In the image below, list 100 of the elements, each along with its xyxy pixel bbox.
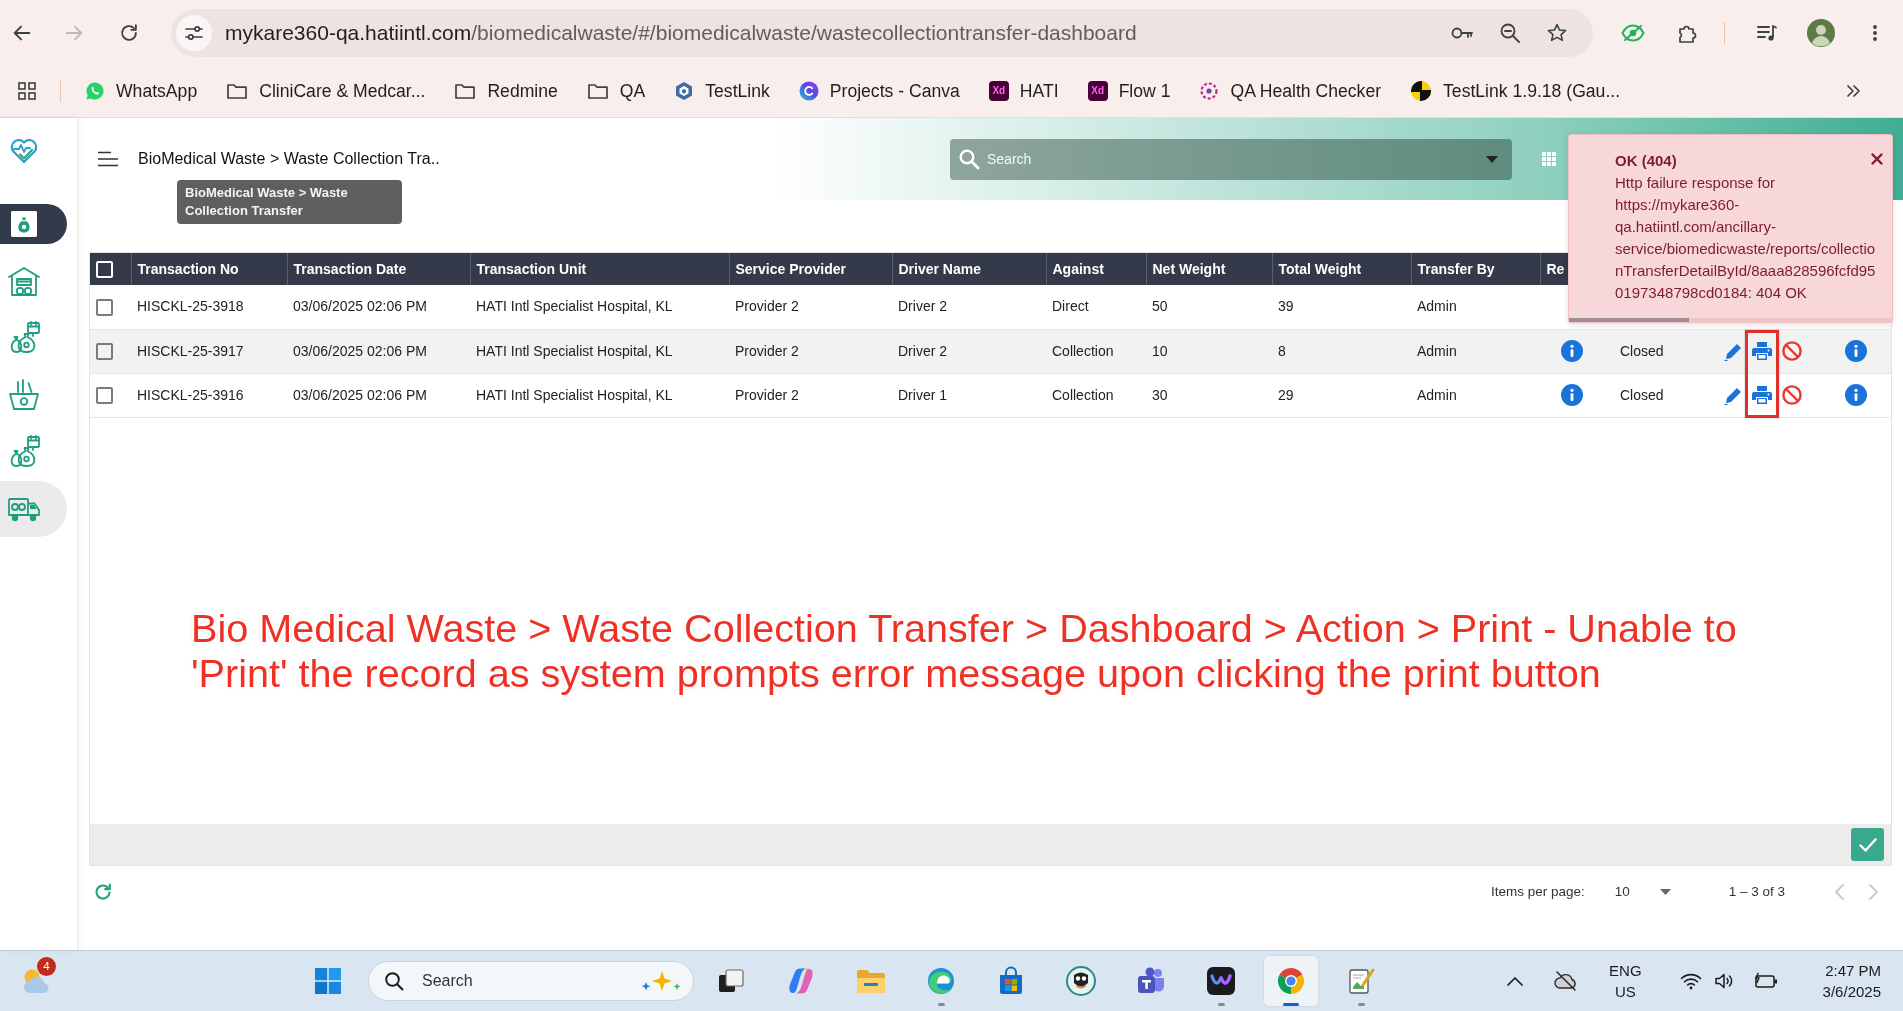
playlist-icon[interactable] [1756,22,1778,43]
double-chevron-icon[interactable] [1845,83,1861,99]
crossed-eye-icon[interactable] [1621,22,1645,43]
notification-badge: 4 [37,957,56,976]
folder-icon [226,81,249,101]
annotation-text: Bio Medical Waste > Waste Collection Transfer > Dashboard > Action > Print - Unable to 'Print' the record as system prompts error message upon clicking the print button [191,606,1738,696]
caret-down-icon[interactable] [1486,155,1498,163]
table-cell: Direct [1046,285,1146,329]
battery-icon[interactable] [1752,972,1779,990]
bookmark-item[interactable]: CliniCare & Medcar... [217,73,435,109]
info-icon[interactable] [1561,340,1583,362]
table-cell: Closed [1604,373,1701,417]
printer-icon[interactable] [1752,385,1772,405]
menu-icon[interactable] [97,151,119,167]
info-icon[interactable] [1845,384,1867,406]
table-cell: 10 [1146,329,1272,373]
heart-logo-icon[interactable] [9,136,39,164]
column-header[interactable]: Total Weight [1272,253,1411,285]
bookmark-item[interactable]: TestLink 1.9.18 (Gau... [1401,73,1630,109]
bookmark-item[interactable]: Projects - Canva [789,73,969,109]
table-cell: Collection [1046,329,1146,373]
clock-date[interactable]: 3/6/2025 [1822,981,1881,1002]
table-cell: HISCKL-25-3917 [131,329,287,373]
row-checkbox[interactable] [96,387,113,405]
table-cell: Driver 1 [892,373,1046,417]
blocked-circle-icon[interactable] [1782,341,1802,361]
table-cell: HATI Intl Specialist Hospital, KL [470,373,729,417]
info-icon[interactable] [1845,340,1867,362]
sidebar-item[interactable] [0,204,67,244]
table-cell: Admin [1411,329,1540,373]
toast-message: Http failure response for https://mykare360-qa.hatiintl.com/ancillary-service/biomedicwaste/reports/collectionTransferDetailById/8aaa828596fcfd950197348798cd0184: 404 OK [1615,173,1877,303]
table-cell: Collection [1046,373,1146,417]
logo-tile: Xd [1087,81,1108,101]
column-header[interactable]: Transaction Unit [470,253,729,285]
bookmark-item[interactable]: QA [577,73,655,109]
page-size-select[interactable]: 10 [1614,881,1695,903]
close-icon[interactable] [1871,153,1883,165]
bookmark-item[interactable]: Xd HATI [979,73,1068,109]
notepad-pencil-icon [1346,966,1376,996]
confirm-button[interactable] [1851,828,1884,861]
star-icon[interactable] [1546,21,1568,44]
region-text[interactable]: US [1609,981,1642,1002]
chevron-up-icon[interactable] [1506,975,1525,987]
bookmark-item[interactable]: WhatsApp [76,73,207,109]
items-per-page-label: Items per page: [1490,882,1585,901]
address-bar[interactable]: mykare360-qa.hatiintl.com/biomedicalwaste/#/biomedicalwaste/wastecollectiontransfer-dashboard [171,8,1593,57]
language-text[interactable]: ENG [1609,960,1642,981]
zoom-out-icon[interactable] [1499,21,1521,44]
bookmark-item[interactable]: Xd Flow 1 [1078,73,1180,109]
hexagon-icon [674,81,695,101]
apps-grid-icon[interactable] [17,81,37,101]
reload-icon[interactable] [118,21,140,44]
table-cell: 8 [1272,329,1411,373]
printer-icon[interactable] [1752,341,1772,361]
bookmark-item[interactable]: Redmine [445,73,567,109]
wifi-icon[interactable] [1679,972,1702,990]
cartoon-face-icon [1065,965,1097,997]
search-field[interactable]: Search [950,138,1512,180]
gradient-circle-icon [798,81,819,101]
column-header[interactable]: Transaction No [131,253,287,285]
column-header[interactable]: Transfer By [1411,253,1540,285]
tooltip: BioMedical Waste > Waste Collection Transfer [177,180,402,224]
dotted-ring-icon [1199,81,1220,101]
row-checkbox[interactable] [96,299,113,317]
column-header[interactable]: Driver Name [892,253,1046,285]
column-header[interactable]: Against [1046,253,1146,285]
sliders-icon[interactable] [176,14,212,51]
select-all-checkbox[interactable] [96,261,113,279]
page-range-label: 1 – 3 of 3 [1728,882,1785,901]
quartered-circle-icon [1410,80,1433,102]
chat-bubble-icon [85,81,105,101]
column-header[interactable]: Net Weight [1146,253,1272,285]
clock-time[interactable]: 2:47 PM [1822,960,1881,981]
breadcrumb: BioMedical Waste > Waste Collection Tra.. [138,149,440,169]
search-icon [958,147,980,170]
refresh-icon[interactable] [93,882,113,902]
taskbar-search-field[interactable]: Search [368,961,694,1001]
ribbon-icon [786,966,816,996]
table-cell: 39 [1272,285,1411,329]
wave-tile-icon [1206,966,1236,996]
column-header[interactable]: Transaction Date [287,253,470,285]
pencil-icon[interactable] [1724,341,1742,361]
pencil-icon[interactable] [1724,385,1742,405]
table-cell: 50 [1146,285,1272,329]
info-icon[interactable] [1561,384,1583,406]
blocked-circle-icon[interactable] [1782,385,1802,405]
caret-down-icon [1659,889,1671,895]
swirl-icon [926,966,956,996]
avatar[interactable] [1807,18,1835,47]
folder-icon [454,81,477,101]
table-cell: Admin [1411,373,1540,417]
table-cell: 03/06/2025 02:06 PM [287,373,470,417]
row-checkbox[interactable] [96,343,113,361]
bookmark-item[interactable]: TestLink [665,73,779,109]
table-cell: HISCKL-25-3918 [131,285,287,329]
basket-icon [6,377,42,413]
table-cell: HISCKL-25-3916 [131,373,287,417]
bookmark-item[interactable]: QA Health Checker [1190,73,1391,109]
column-header[interactable]: Service Provider [729,253,892,285]
table-cell: Provider 2 [729,285,892,329]
